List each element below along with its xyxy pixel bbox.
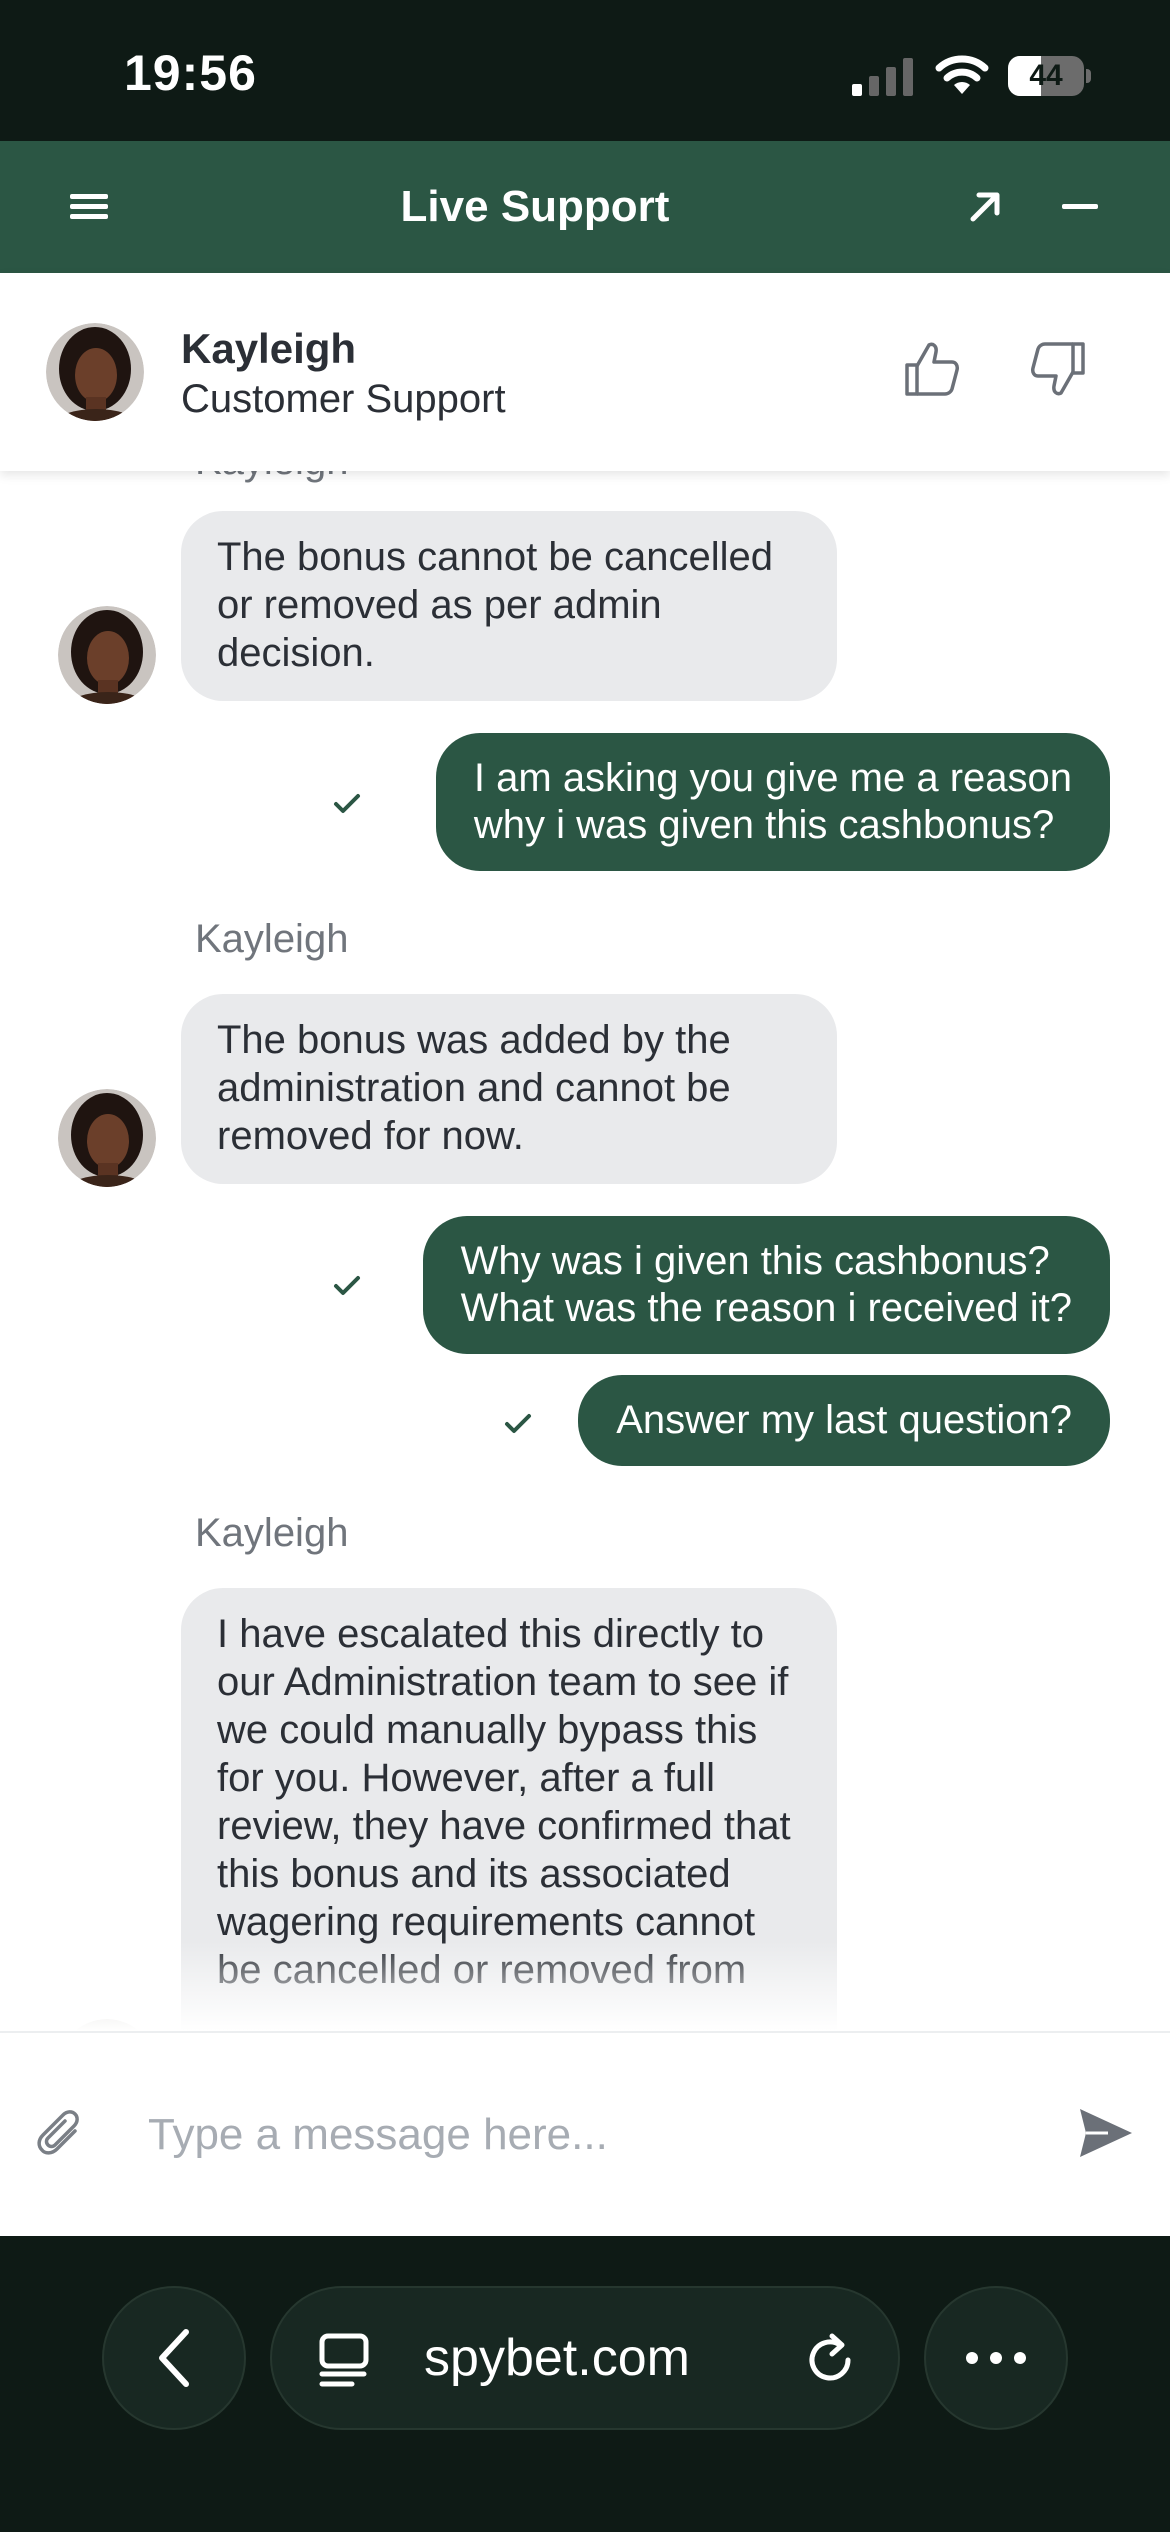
minus-icon (1062, 204, 1098, 209)
thumbs-down-icon (1031, 342, 1085, 396)
thumbs-down-button[interactable] (1018, 329, 1098, 409)
hamburger-menu-icon (70, 194, 108, 219)
scroll-fade (0, 1941, 1170, 2031)
send-button[interactable] (1066, 2093, 1146, 2173)
thumbs-up-icon (905, 342, 959, 396)
url-text: spybet.com (424, 2329, 690, 2387)
chat-title: Live Support (400, 182, 670, 231)
agent-avatar (58, 1089, 156, 1187)
message-input[interactable] (128, 2083, 1028, 2187)
cellular-signal-icon (852, 58, 913, 96)
browser-toolbar: spybet.com (0, 2236, 1170, 2532)
battery-indicator: 44 (1008, 56, 1091, 96)
message-author: Kayleigh (195, 1511, 349, 1555)
thumbs-up-button[interactable] (892, 329, 972, 409)
user-message: Answer my last question? (578, 1375, 1110, 1466)
chevron-left-icon (159, 2329, 189, 2387)
agent-name: Kayleigh (181, 325, 357, 372)
message-author: Kayleigh (195, 917, 349, 961)
agent-message: The bonus cannot be cancelled or removed… (181, 511, 837, 701)
chat-header: Live Support (0, 141, 1170, 273)
agent-card: Kayleigh Customer Support (0, 273, 1170, 471)
status-time: 19:56 (124, 45, 257, 101)
reload-icon[interactable] (802, 2328, 862, 2392)
send-icon (1080, 2109, 1132, 2157)
user-message: I am asking you give me a reason why i w… (435, 733, 1110, 871)
agent-message: The bonus was added by the administratio… (181, 994, 837, 1184)
agent-role: Customer Support (181, 377, 506, 421)
attach-button[interactable] (30, 2089, 90, 2179)
menu-button[interactable] (40, 141, 140, 273)
more-options-button[interactable] (924, 2286, 1068, 2430)
sent-check-icon (334, 794, 360, 813)
agent-avatar (46, 323, 144, 421)
arrow-up-right-icon (970, 192, 1000, 222)
browser-back-button[interactable] (102, 2286, 246, 2430)
wifi-icon (935, 55, 989, 94)
message-author: Kayleigh (195, 471, 348, 484)
minimize-button[interactable] (1035, 141, 1125, 273)
status-bar: 19:56 44 (0, 0, 1170, 141)
paperclip-icon (37, 2110, 79, 2155)
agent-avatar (58, 606, 156, 704)
sent-check-icon (505, 1414, 531, 1433)
sent-check-icon (334, 1276, 360, 1295)
address-bar[interactable]: spybet.com (270, 2286, 900, 2430)
popout-button[interactable] (940, 141, 1030, 273)
user-message: Why was i given this cashbonus? What was… (422, 1216, 1110, 1354)
ellipsis-icon (966, 2352, 1026, 2364)
page-menu-icon (319, 2333, 369, 2387)
chat-message-list[interactable]: Kayleigh The bonus cannot be cancelled o… (0, 471, 1170, 2031)
message-composer (0, 2031, 1170, 2236)
battery-level: 44 (1029, 59, 1063, 92)
